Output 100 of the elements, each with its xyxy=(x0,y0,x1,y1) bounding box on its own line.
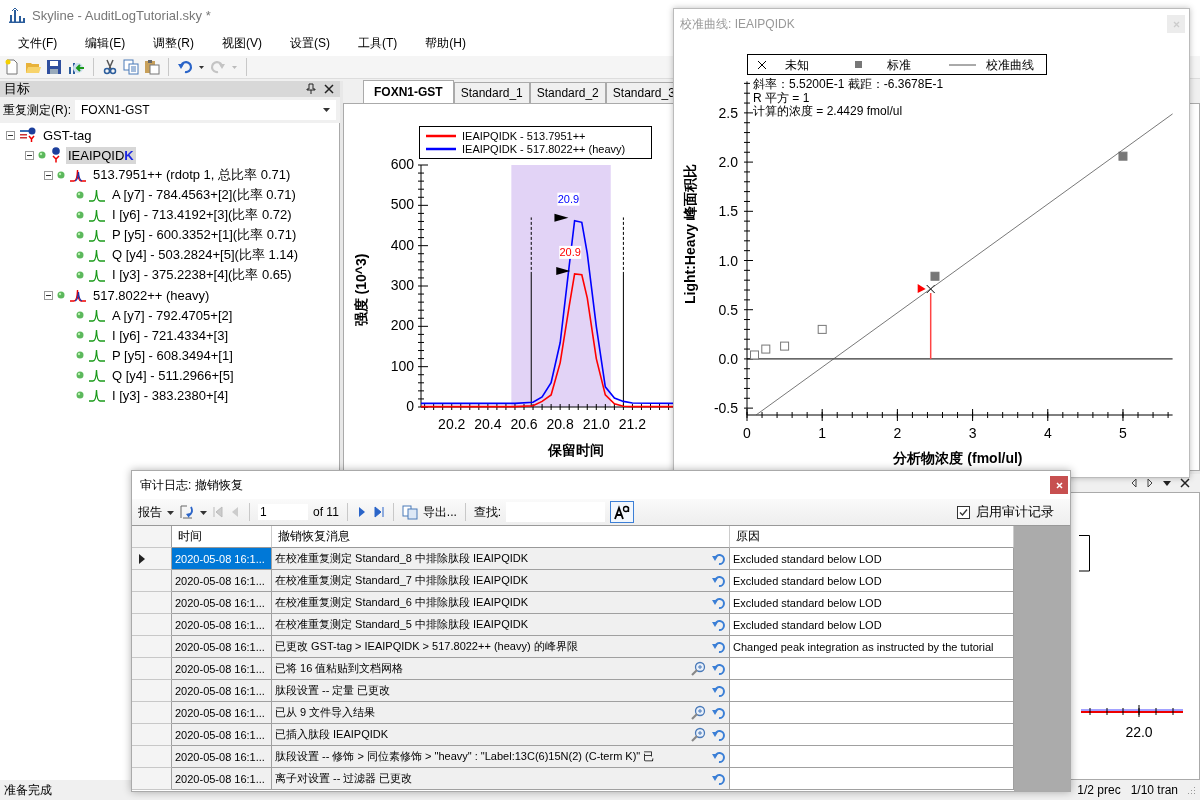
tick-label: 0.5 xyxy=(718,301,738,318)
table-cell: 在校准重复测定 Standard_5 中排除肽段 IEAIPQIDK xyxy=(275,617,529,632)
enable-audit-checkbox[interactable]: 启用审计记录 xyxy=(957,503,1054,521)
tree-item[interactable]: A [y7] - 792.4705+[2] xyxy=(110,306,235,324)
tree-item[interactable]: A [y7] - 784.4563+[2](比率 0.71) xyxy=(110,185,298,205)
table-cell: 在校准重复测定 Standard_8 中排除肽段 IEAIPQIDK xyxy=(275,551,529,566)
export-button[interactable]: 导出... xyxy=(422,503,457,521)
tick-label: 20.6 xyxy=(510,416,538,432)
tree-item[interactable]: 517.8022++ (heavy) xyxy=(91,286,212,304)
table-cell: 已将 16 值粘贴到文档网格 xyxy=(275,661,404,676)
tick-label: 5 xyxy=(1119,425,1127,441)
table-cell: Excluded standard below LOD xyxy=(730,592,1014,614)
tick-label: 100 xyxy=(390,357,414,374)
tree-item[interactable]: I [y6] - 713.4192+[3](比率 0.72) xyxy=(110,205,294,225)
column-header[interactable]: 原因 xyxy=(730,526,1014,548)
tick-label: 20.4 xyxy=(474,416,502,432)
table-cell: Excluded standard below LOD xyxy=(730,548,1014,570)
tree-item[interactable]: GST-tag xyxy=(41,126,94,144)
window-title: 审计日志: 撤销恢复 xyxy=(140,476,243,494)
status-count: 1/2 prec xyxy=(1077,783,1121,797)
report-button[interactable]: 报告 xyxy=(138,503,162,521)
axis-label: 分析物浓度 (fmol/ul) xyxy=(893,450,1023,466)
page-field[interactable]: 1 xyxy=(258,504,308,520)
page-count: of 11 xyxy=(313,505,339,519)
tree-item[interactable]: IEAIPQIDK xyxy=(66,146,136,164)
tick-label: -0.5 xyxy=(713,400,738,417)
tick-label: 1.5 xyxy=(718,203,738,220)
table-cell: 2020-05-08 16:1... xyxy=(172,702,272,724)
tree-item[interactable]: P [y5] - 600.3352+[1](比率 0.71) xyxy=(110,225,299,245)
axis-label: Light:Heavy 峰面积比 xyxy=(682,164,698,304)
table-cell: 2020-05-08 16:1... xyxy=(172,746,272,768)
axis-label: 保留时间 xyxy=(548,442,604,458)
tick-label: 1.0 xyxy=(718,252,738,269)
tree-item[interactable]: Q [y4] - 511.2966+[5] xyxy=(110,366,236,384)
table-cell: 2020-05-08 16:1... xyxy=(172,570,272,592)
table-cell: 2020-05-08 16:1... xyxy=(172,592,272,614)
table-cell: Excluded standard below LOD xyxy=(730,614,1014,636)
menu-item[interactable]: 设置(S) xyxy=(280,34,340,52)
tick-label: 20.8 xyxy=(546,416,574,432)
table-cell: 2020-05-08 16:1... xyxy=(172,680,272,702)
tree-item[interactable]: I [y6] - 721.4334+[3] xyxy=(110,326,230,344)
menu-item[interactable]: 视图(V) xyxy=(212,34,272,52)
tab[interactable]: Standard_2 xyxy=(529,82,606,103)
tick-label: 2.5 xyxy=(718,104,738,121)
tick-label: 4 xyxy=(1043,425,1052,441)
tree-item[interactable]: P [y5] - 608.3494+[1] xyxy=(110,346,235,364)
tick-label: 20.2 xyxy=(438,416,466,432)
regression-text: R 平方 = 1 xyxy=(753,90,810,105)
tree-item[interactable]: I [y3] - 375.2238+[4](比率 0.65) xyxy=(110,265,294,285)
tick-label: 500 xyxy=(390,196,414,213)
tick-label: 22.0 xyxy=(1125,724,1153,740)
table-cell: 2020-05-08 16:1... xyxy=(172,768,272,790)
menu-item[interactable]: 调整(R) xyxy=(143,34,204,52)
menu-item[interactable]: 文件(F) xyxy=(8,34,68,52)
legend-label: 未知 xyxy=(785,58,809,72)
table-cell: 2020-05-08 16:1... xyxy=(172,724,272,746)
column-header[interactable]: 撤销恢复消息 xyxy=(272,526,730,548)
table-cell: 已从 9 文件导入结果 xyxy=(275,705,376,720)
tick-label: 400 xyxy=(390,236,414,253)
regression-text: 计算的浓度 = 2.4429 fmol/ul xyxy=(753,104,903,118)
tick-label: 0.0 xyxy=(718,350,738,367)
tab[interactable]: Standard_1 xyxy=(453,82,530,103)
table-cell: 已更改 GST-tag > IEAIPQIDK > 517.8022++ (heavy) 的峰界限 xyxy=(275,639,578,654)
table-cell: Changed peak integration as instructed by the tutorial xyxy=(730,636,1014,658)
table-cell: 在校准重复测定 Standard_7 中排除肽段 IEAIPQIDK xyxy=(275,573,529,588)
tab[interactable]: FOXN1-GST xyxy=(363,80,454,103)
menu-item[interactable]: 工具(T) xyxy=(348,34,408,52)
menu-item[interactable]: 编辑(E) xyxy=(75,34,136,52)
table-cell: 2020-05-08 16:1... xyxy=(172,548,272,570)
tick-label: 3 xyxy=(968,425,977,441)
status-message: 准备完成 xyxy=(4,781,52,799)
panel-title: 目标 xyxy=(4,80,30,98)
tick-label: 21.2 xyxy=(618,416,647,432)
tick-label: 2 xyxy=(893,425,902,441)
table-cell: 离子对设置 -- 过滤器 已更改 xyxy=(275,771,413,786)
tick-label: 0 xyxy=(406,398,414,414)
table-cell: 肽段设置 -- 修饰 > 同位素修饰 > "heavy" : "Label:13C(6)15N(2) (C-term K)" 已 xyxy=(275,749,655,764)
tick-label: 0 xyxy=(743,425,751,441)
table-cell: 在校准重复测定 Standard_6 中排除肽段 IEAIPQIDK xyxy=(275,595,529,610)
table-cell: 2020-05-08 16:1... xyxy=(172,614,272,636)
table-cell: 2020-05-08 16:1... xyxy=(172,658,272,680)
table-cell: 肽段设置 -- 定量 已更改 xyxy=(275,683,391,698)
tree-item[interactable]: 513.7951++ (rdotp 1, 总比率 0.71) xyxy=(91,165,293,185)
table-cell: 已插入肽段 IEAIPQIDK xyxy=(275,727,389,742)
replicate-label: 重复测定(R): xyxy=(3,101,71,119)
tree-item[interactable]: Q [y4] - 503.2824+[5](比率 1.14) xyxy=(110,245,301,265)
find-label: 查找: xyxy=(473,503,502,521)
tick-label: 2.0 xyxy=(718,154,738,171)
legend-label: IEAIPQIDK - 517.8022++ (heavy) xyxy=(462,143,626,155)
tick-label: 1 xyxy=(818,425,827,441)
table-cell: Excluded standard below LOD xyxy=(730,570,1014,592)
tick-label: 600 xyxy=(390,156,414,172)
status-count: 1/10 tran xyxy=(1130,783,1178,797)
menu-item[interactable]: 帮助(H) xyxy=(415,34,476,52)
tree-item[interactable]: I [y3] - 383.2380+[4] xyxy=(110,386,230,404)
tick-label: 200 xyxy=(390,317,414,334)
replicate-dropdown[interactable]: FOXN1-GST xyxy=(75,100,336,120)
column-header[interactable]: 时间 xyxy=(172,526,272,548)
window-title: 校准曲线: IEAIPQIDK xyxy=(680,15,795,33)
table-cell: 2020-05-08 16:1... xyxy=(172,636,272,658)
